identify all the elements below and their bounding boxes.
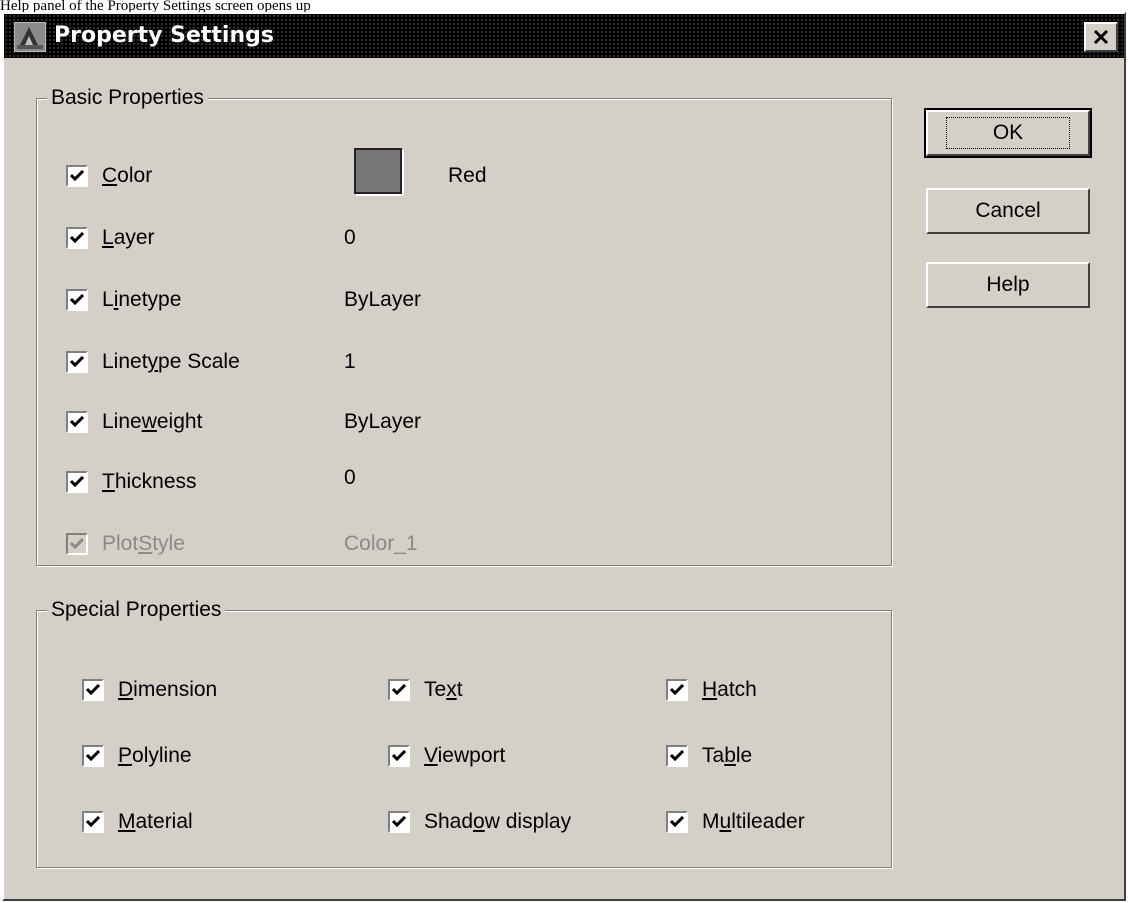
material-checkbox[interactable] [82, 811, 104, 833]
hatch-checkbox[interactable] [666, 679, 688, 701]
basic-row-linetype[interactable]: Linetype [66, 284, 181, 316]
special-row-table[interactable]: Table [666, 740, 752, 772]
checkmark-icon [70, 538, 84, 550]
color-label: Color [102, 164, 153, 187]
polyline-checkbox[interactable] [82, 745, 104, 767]
checkmark-icon [70, 232, 84, 244]
help-button[interactable]: Help [926, 262, 1090, 308]
help-button-label: Help [986, 273, 1030, 296]
basic-row-linetype-scale[interactable]: Linetype Scale [66, 346, 240, 378]
close-icon [1093, 29, 1109, 45]
checkmark-icon [670, 750, 684, 762]
special-row-dimension[interactable]: Dimension [82, 674, 217, 706]
lineweight-checkbox[interactable] [66, 411, 88, 433]
basic-row-plotstyle[interactable]: PlotStyle [66, 528, 185, 560]
ok-button[interactable]: OK [924, 108, 1092, 158]
dimension-label: Dimension [118, 678, 218, 701]
checkmark-icon [392, 816, 406, 828]
linetype-scale-checkbox[interactable] [66, 351, 88, 373]
special-row-polyline[interactable]: Polyline [82, 740, 192, 772]
material-label: Material [118, 810, 193, 833]
viewport-label: Viewport [424, 744, 506, 767]
lineweight-value: ByLayer [344, 410, 422, 433]
checkmark-icon [670, 816, 684, 828]
table-label: Table [702, 744, 753, 767]
special-row-shadow-display[interactable]: Shadow display [388, 806, 571, 838]
special-row-multileader[interactable]: Multileader [666, 806, 805, 838]
layer-checkbox[interactable] [66, 227, 88, 249]
checkmark-icon [392, 750, 406, 762]
color-value: Red [448, 164, 487, 187]
checkmark-icon [70, 476, 84, 488]
basic-row-layer[interactable]: Layer [66, 222, 155, 254]
plotstyle-value: Color_1 [344, 532, 418, 555]
shadow-display-checkbox[interactable] [388, 811, 410, 833]
cancel-button[interactable]: Cancel [926, 188, 1090, 234]
checkmark-icon [70, 416, 84, 428]
app-icon [14, 22, 46, 52]
linetype-value: ByLayer [344, 288, 422, 311]
caption-text: Help panel of the Property Settings scre… [0, 0, 311, 12]
color-checkbox[interactable] [66, 165, 88, 187]
multileader-label: Multileader [702, 810, 805, 833]
checkmark-icon [86, 684, 100, 696]
linetype-scale-label: Linetype Scale [102, 350, 240, 373]
shadow-display-label: Shadow display [424, 810, 572, 833]
multileader-checkbox[interactable] [666, 811, 688, 833]
polyline-label: Polyline [118, 744, 192, 767]
hatch-label: Hatch [702, 678, 757, 701]
cancel-button-label: Cancel [975, 199, 1041, 222]
window-title: Property Settings [54, 23, 274, 48]
layer-label: Layer [102, 226, 155, 249]
checkmark-icon [70, 294, 84, 306]
thickness-checkbox[interactable] [66, 471, 88, 493]
checkmark-icon [392, 684, 406, 696]
viewport-checkbox[interactable] [388, 745, 410, 767]
property-settings-dialog: Property Settings Basic Properties Speci… [2, 12, 1126, 901]
basic-row-color[interactable]: Color [66, 160, 152, 192]
thickness-value: 0 [344, 466, 356, 489]
text-label: Text [424, 678, 463, 701]
basic-row-thickness[interactable]: Thickness [66, 466, 197, 498]
text-checkbox[interactable] [388, 679, 410, 701]
color-swatch[interactable] [354, 148, 402, 194]
checkmark-icon [86, 816, 100, 828]
close-button[interactable] [1084, 22, 1118, 52]
checkmark-icon [670, 684, 684, 696]
lineweight-label: Lineweight [102, 410, 203, 433]
plotstyle-label: PlotStyle [102, 532, 185, 555]
checkmark-icon [70, 170, 84, 182]
special-row-text[interactable]: Text [388, 674, 463, 706]
basic-properties-legend: Basic Properties [47, 85, 208, 111]
special-row-viewport[interactable]: Viewport [388, 740, 505, 772]
special-properties-legend: Special Properties [47, 597, 226, 623]
basic-row-lineweight[interactable]: Lineweight [66, 406, 202, 438]
checkmark-icon [86, 750, 100, 762]
table-checkbox[interactable] [666, 745, 688, 767]
title-bar[interactable]: Property Settings [4, 14, 1124, 58]
thickness-label: Thickness [102, 470, 197, 493]
linetype-label: Linetype [102, 288, 182, 311]
layer-value: 0 [344, 226, 356, 249]
checkmark-icon [70, 356, 84, 368]
linetype-checkbox[interactable] [66, 289, 88, 311]
dimension-checkbox[interactable] [82, 679, 104, 701]
linetype-scale-value: 1 [344, 350, 356, 373]
plotstyle-checkbox [66, 533, 88, 555]
special-row-material[interactable]: Material [82, 806, 193, 838]
ok-button-label: OK [945, 117, 1071, 149]
special-row-hatch[interactable]: Hatch [666, 674, 757, 706]
